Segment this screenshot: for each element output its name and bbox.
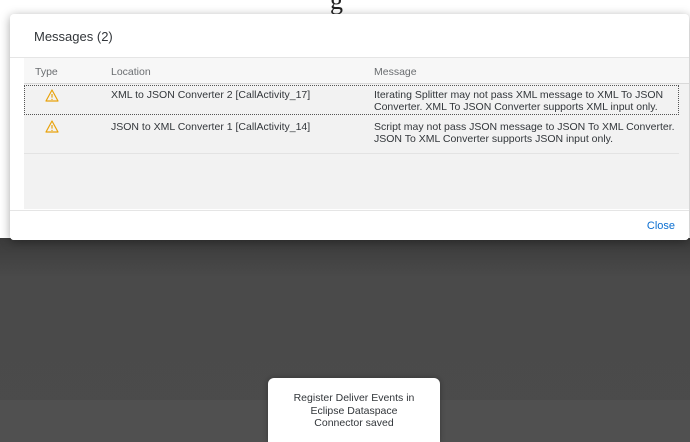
row-message-line2: Converter. XML To JSON Converter support… xyxy=(374,101,658,113)
table-header: Type Location Message xyxy=(24,58,689,84)
dialog-footer: Close xyxy=(10,210,689,240)
column-header-message: Message xyxy=(374,66,417,78)
toast-notification: Register Deliver Events in Eclipse Datas… xyxy=(268,378,440,442)
column-header-location: Location xyxy=(111,66,151,78)
messages-table: Type Location Message XML to JSON Conver… xyxy=(24,58,689,209)
dialog-title: Messages (2) xyxy=(34,29,113,44)
table-row[interactable]: XML to JSON Converter 2 [CallActivity_17… xyxy=(24,85,679,115)
column-header-type: Type xyxy=(35,66,58,78)
row-message-line1: Script may not pass JSON message to JSON… xyxy=(374,121,675,133)
table-row[interactable]: JSON to XML Converter 1 [CallActivity_14… xyxy=(24,116,679,154)
dialog-header: Messages (2) xyxy=(10,14,689,58)
row-location: JSON to XML Converter 1 [CallActivity_14… xyxy=(111,121,311,133)
row-location: XML to JSON Converter 2 [CallActivity_17… xyxy=(111,89,311,101)
warning-icon xyxy=(45,120,59,133)
warning-icon xyxy=(45,89,59,102)
row-message-line2: JSON To XML Converter supports JSON inpu… xyxy=(374,133,614,145)
messages-dialog: Messages (2) Type Location Message XML t… xyxy=(10,14,689,240)
toast-line-1: Register Deliver Events in xyxy=(293,392,415,404)
toast-line-2: Eclipse Dataspace xyxy=(310,404,398,417)
screen: g Messages (2) Type Location Message XML… xyxy=(0,0,690,442)
close-button[interactable]: Close xyxy=(647,220,675,232)
row-message-line1: Iterating Splitter may not pass XML mess… xyxy=(374,89,664,101)
toast-line-3: Connector saved xyxy=(314,417,394,429)
